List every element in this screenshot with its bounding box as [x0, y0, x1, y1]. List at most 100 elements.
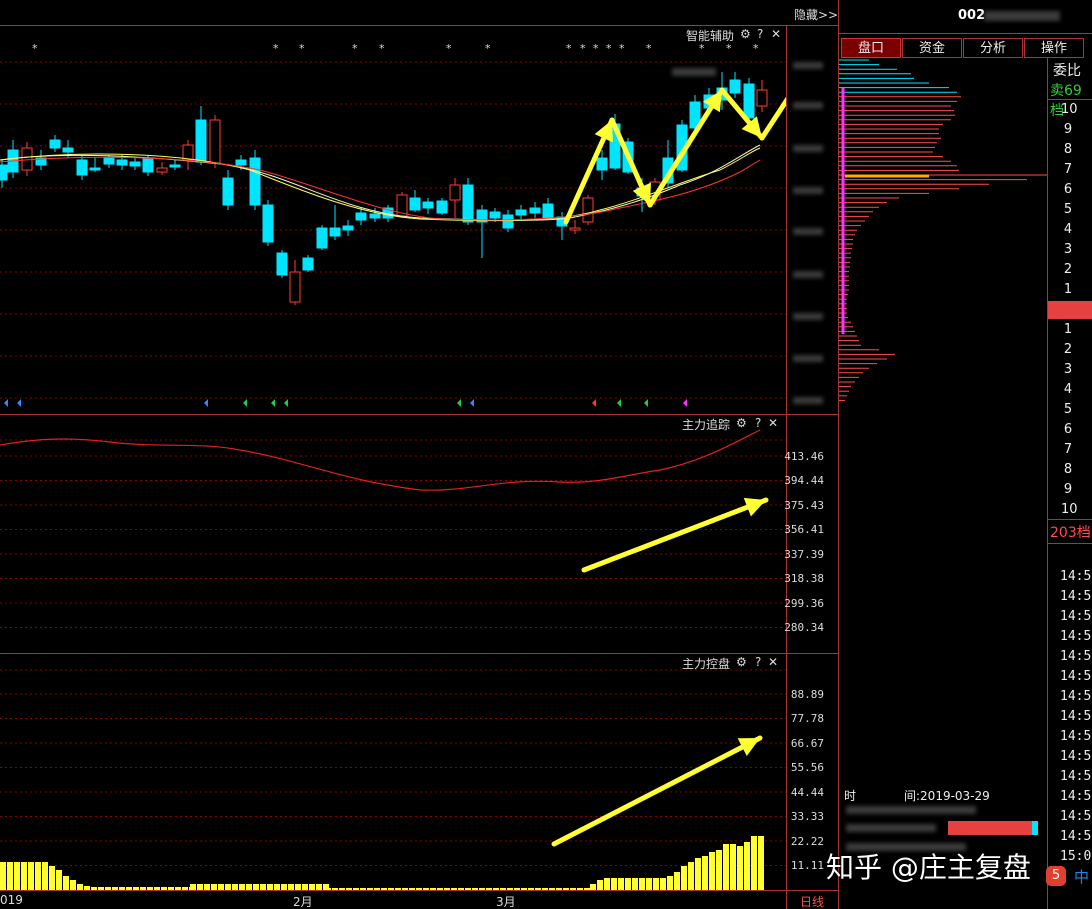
control-bar — [702, 856, 708, 890]
candle-body — [289, 271, 301, 303]
candle-body — [249, 157, 261, 206]
sidebar-top-divider — [838, 33, 1092, 34]
star-marker: * — [446, 42, 452, 55]
candle-body — [462, 184, 474, 223]
tracking-trend-arrow — [581, 497, 769, 573]
control-bar — [507, 888, 513, 890]
blurred-info-row — [846, 806, 976, 814]
control-bar — [549, 888, 555, 890]
candle-body — [302, 257, 314, 271]
control-bar — [374, 888, 380, 890]
sell-level: 10 — [1061, 102, 1078, 117]
control-bar — [77, 884, 83, 890]
control-bar — [274, 884, 280, 890]
control-bar — [563, 888, 569, 890]
tick-time: 14:56 — [1060, 589, 1092, 604]
blurred-price-label — [793, 397, 823, 404]
control-bar — [597, 880, 603, 890]
sell-level: 9 — [1063, 122, 1073, 137]
control-bar — [63, 876, 69, 890]
control-bar — [21, 862, 27, 890]
star-marker: * — [699, 42, 705, 55]
candle-body — [276, 252, 288, 276]
axis-divider — [786, 26, 787, 909]
blurred-price-label — [793, 228, 823, 235]
control-bar — [232, 884, 238, 890]
tab-zijin[interactable]: 资金 — [902, 38, 962, 58]
control-bar — [260, 884, 266, 890]
control-bar — [161, 887, 167, 890]
control-bar — [239, 884, 245, 890]
control-trend-arrow — [551, 735, 763, 847]
control-bar — [737, 846, 743, 890]
signal-marker — [204, 399, 208, 407]
buy-level: 7 — [1063, 442, 1073, 457]
hide-button[interactable]: 隐藏>> — [794, 6, 838, 23]
control-bar — [381, 888, 387, 890]
candle-body — [129, 161, 141, 167]
control-bar — [556, 888, 562, 890]
weibi-label: 委比 — [1053, 63, 1081, 79]
control-bar — [388, 888, 394, 890]
control-bar — [133, 887, 139, 890]
star-marker: * — [485, 42, 491, 55]
candle-body — [182, 144, 194, 161]
signal-marker — [457, 399, 461, 407]
tracking-y-label: 356.41 — [784, 523, 824, 536]
control-bar — [709, 852, 715, 890]
tab-caozuo[interactable]: 操作 — [1024, 38, 1084, 58]
buy-level: 9 — [1063, 482, 1073, 497]
control-bar — [653, 878, 659, 890]
tab-fenxi[interactable]: 分析 — [963, 38, 1023, 58]
signal-marker — [683, 399, 687, 407]
candle-body — [729, 79, 741, 94]
control-bar — [98, 887, 104, 890]
control-bar — [91, 887, 97, 890]
buy-level: 10 — [1061, 502, 1078, 517]
candle-body — [209, 119, 221, 164]
control-bar — [288, 884, 294, 890]
control-bar — [590, 884, 596, 890]
tick-time: 14:56 — [1060, 629, 1092, 644]
control-bar — [302, 884, 308, 890]
volume-profile — [839, 59, 1047, 401]
levels-top-line — [1048, 99, 1092, 100]
control-bar — [458, 888, 464, 890]
tick-time: 14:56 — [1060, 649, 1092, 664]
control-bar — [695, 858, 701, 890]
tick-time: 14:56 — [1060, 569, 1092, 584]
control-bar — [521, 888, 527, 890]
control-bar — [451, 888, 457, 890]
signal-marker — [592, 399, 596, 407]
candle-body — [409, 197, 421, 211]
control-bar — [618, 878, 624, 890]
control-bar — [751, 836, 757, 890]
candle-body — [142, 157, 154, 173]
candle-body — [369, 213, 381, 219]
signal-marker — [243, 399, 247, 407]
control-bar — [632, 878, 638, 890]
watermark: 知乎 @庄主复盘 — [826, 851, 1031, 884]
control-bar — [182, 887, 188, 890]
control-bar — [625, 878, 631, 890]
control-bar — [295, 884, 301, 890]
control-bar — [332, 888, 338, 890]
control-bar — [225, 884, 231, 890]
control-bar — [168, 887, 174, 890]
control-bar — [444, 888, 450, 890]
tab-pankou[interactable]: 盘口 — [841, 38, 901, 58]
control-bar — [204, 884, 210, 890]
date-label: 间:2019-03-29 — [904, 789, 990, 803]
candle-body — [582, 197, 594, 223]
control-bar — [316, 884, 322, 890]
candle-body — [103, 157, 115, 165]
signal-marker — [4, 399, 8, 407]
control-bar — [493, 888, 499, 890]
period-label[interactable]: 日线 — [800, 893, 824, 909]
control-bar — [723, 844, 729, 890]
star-marker: * — [753, 42, 759, 55]
candle-body — [316, 227, 328, 249]
star-marker: * — [726, 42, 732, 55]
control-bar — [535, 888, 541, 890]
control-y-label: 22.22 — [790, 835, 824, 848]
